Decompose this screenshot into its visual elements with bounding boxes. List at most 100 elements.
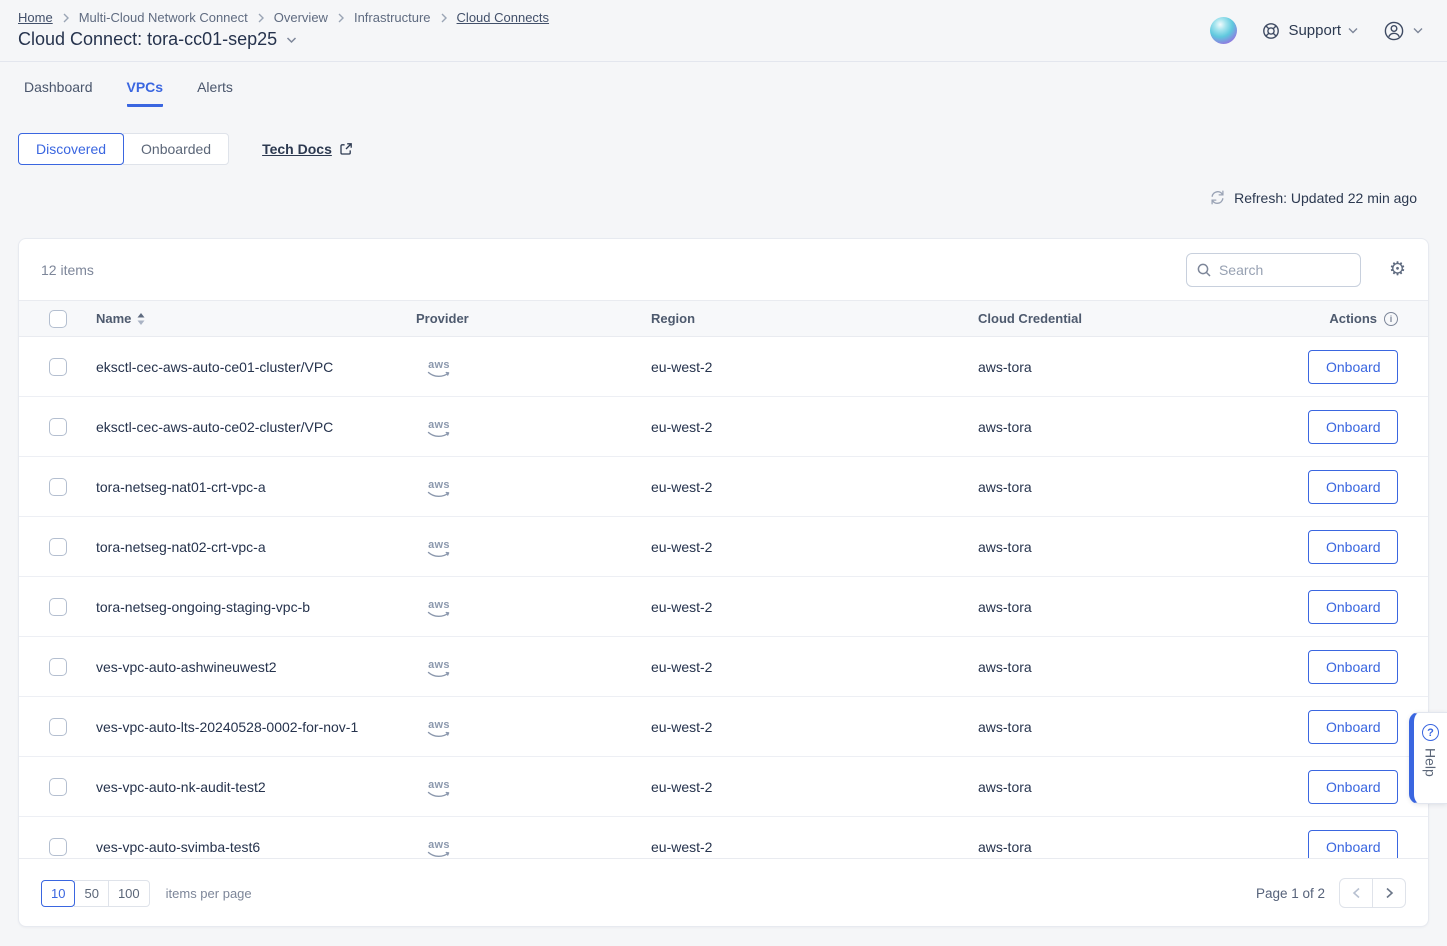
page-title: Cloud Connect: tora-cc01-sep25 bbox=[18, 29, 277, 50]
breadcrumb: Home Multi-Cloud Network Connect Overvie… bbox=[18, 10, 549, 25]
vpc-region: eu-west-2 bbox=[651, 659, 978, 675]
onboard-button[interactable]: Onboard bbox=[1308, 350, 1398, 384]
breadcrumb-overview[interactable]: Overview bbox=[274, 10, 328, 25]
support-chevron-down-icon bbox=[1348, 27, 1358, 34]
tab-vpcs[interactable]: VPCs bbox=[127, 79, 164, 107]
aws-provider-icon: aws bbox=[426, 360, 452, 379]
refresh-icon[interactable] bbox=[1209, 189, 1226, 206]
info-icon[interactable]: i bbox=[1384, 312, 1398, 326]
search-box bbox=[1186, 253, 1361, 287]
cloud-credential: aws-tora bbox=[978, 659, 1308, 675]
table-row: eksctl-cec-aws-auto-ce01-cluster/VPC aws… bbox=[19, 337, 1428, 397]
refresh-row: Refresh: Updated 22 min ago bbox=[0, 189, 1447, 206]
title-chevron-down-icon[interactable] bbox=[286, 36, 297, 44]
vpc-name: tora-netseg-nat02-crt-vpc-a bbox=[96, 539, 416, 555]
vpc-name: ves-vpc-auto-nk-audit-test2 bbox=[96, 779, 416, 795]
sort-icon[interactable] bbox=[137, 313, 145, 325]
account-menu[interactable] bbox=[1382, 19, 1423, 43]
page-size-100-button[interactable]: 100 bbox=[108, 880, 150, 907]
help-label: Help bbox=[1423, 748, 1439, 777]
vpc-region: eu-west-2 bbox=[651, 839, 978, 855]
vpc-name: ves-vpc-auto-ashwineuwest2 bbox=[96, 659, 416, 675]
tech-docs-link[interactable]: Tech Docs bbox=[262, 141, 353, 157]
cloud-credential: aws-tora bbox=[978, 839, 1308, 855]
table-footer: 10 50 100 items per page Page 1 of 2 bbox=[19, 858, 1428, 927]
column-header-actions: Actions bbox=[1329, 311, 1377, 326]
row-checkbox[interactable] bbox=[49, 418, 67, 436]
onboard-button[interactable]: Onboard bbox=[1308, 470, 1398, 504]
table-toolbar: 12 items ⚙ bbox=[19, 239, 1428, 300]
column-header-provider: Provider bbox=[416, 311, 651, 326]
vpc-region: eu-west-2 bbox=[651, 359, 978, 375]
cloud-credential: aws-tora bbox=[978, 719, 1308, 735]
breadcrumb-infrastructure[interactable]: Infrastructure bbox=[354, 10, 431, 25]
row-checkbox[interactable] bbox=[49, 838, 67, 856]
row-checkbox[interactable] bbox=[49, 358, 67, 376]
account-chevron-down-icon bbox=[1413, 27, 1423, 34]
table-row: tora-netseg-nat02-crt-vpc-a aws eu-west-… bbox=[19, 517, 1428, 577]
items-count: 12 items bbox=[41, 262, 94, 278]
column-header-name[interactable]: Name bbox=[96, 311, 131, 326]
table-body: eksctl-cec-aws-auto-ce01-cluster/VPC aws… bbox=[19, 337, 1428, 858]
row-checkbox[interactable] bbox=[49, 598, 67, 616]
breadcrumb-cloud-connects[interactable]: Cloud Connects bbox=[457, 10, 550, 25]
onboard-button[interactable]: Onboard bbox=[1308, 650, 1398, 684]
row-checkbox[interactable] bbox=[49, 718, 67, 736]
aws-provider-icon: aws bbox=[426, 600, 452, 619]
chevron-right-icon bbox=[62, 13, 70, 23]
onboard-button[interactable]: Onboard bbox=[1308, 830, 1398, 859]
tab-bar: Dashboard VPCs Alerts bbox=[0, 79, 1447, 107]
gear-icon[interactable]: ⚙ bbox=[1389, 260, 1406, 279]
support-menu[interactable]: Support bbox=[1261, 21, 1358, 41]
next-page-button[interactable] bbox=[1372, 878, 1406, 908]
aws-provider-icon: aws bbox=[426, 780, 452, 799]
vpc-name: tora-netseg-nat01-crt-vpc-a bbox=[96, 479, 416, 495]
previous-page-button[interactable] bbox=[1339, 878, 1373, 908]
onboard-button[interactable]: Onboard bbox=[1308, 770, 1398, 804]
aws-provider-icon: aws bbox=[426, 720, 452, 739]
chevron-right-icon bbox=[257, 13, 265, 23]
page-size-10-button[interactable]: 10 bbox=[41, 880, 75, 907]
vpc-region: eu-west-2 bbox=[651, 419, 978, 435]
breadcrumb-mcn-connect[interactable]: Multi-Cloud Network Connect bbox=[79, 10, 248, 25]
table-row: eksctl-cec-aws-auto-ce02-cluster/VPC aws… bbox=[19, 397, 1428, 457]
vpc-name: ves-vpc-auto-lts-20240528-0002-for-nov-1 bbox=[96, 719, 416, 735]
assistant-orb-icon[interactable] bbox=[1210, 17, 1237, 44]
onboard-button[interactable]: Onboard bbox=[1308, 590, 1398, 624]
cloud-credential: aws-tora bbox=[978, 479, 1308, 495]
cloud-credential: aws-tora bbox=[978, 359, 1308, 375]
vpc-name: tora-netseg-ongoing-staging-vpc-b bbox=[96, 599, 416, 615]
select-all-checkbox[interactable] bbox=[49, 310, 67, 328]
account-icon bbox=[1382, 19, 1406, 43]
breadcrumb-home[interactable]: Home bbox=[18, 10, 53, 25]
external-link-icon bbox=[339, 142, 353, 156]
search-input[interactable] bbox=[1186, 253, 1361, 287]
row-checkbox[interactable] bbox=[49, 778, 67, 796]
tech-docs-label: Tech Docs bbox=[262, 141, 332, 157]
vpc-region: eu-west-2 bbox=[651, 779, 978, 795]
discovered-segment-button[interactable]: Discovered bbox=[18, 133, 124, 165]
page-size-50-button[interactable]: 50 bbox=[74, 880, 108, 907]
support-label: Support bbox=[1288, 22, 1341, 39]
tab-alerts[interactable]: Alerts bbox=[197, 79, 233, 107]
row-checkbox[interactable] bbox=[49, 538, 67, 556]
cloud-credential: aws-tora bbox=[978, 419, 1308, 435]
vpc-region: eu-west-2 bbox=[651, 479, 978, 495]
search-icon bbox=[1196, 262, 1212, 278]
row-checkbox[interactable] bbox=[49, 658, 67, 676]
page-size-segment: 10 50 100 bbox=[41, 880, 150, 907]
vpc-region: eu-west-2 bbox=[651, 599, 978, 615]
onboard-button[interactable]: Onboard bbox=[1308, 410, 1398, 444]
table-row: ves-vpc-auto-nk-audit-test2 aws eu-west-… bbox=[19, 757, 1428, 817]
vpc-name: eksctl-cec-aws-auto-ce01-cluster/VPC bbox=[96, 359, 416, 375]
onboarded-segment-button[interactable]: Onboarded bbox=[123, 133, 229, 165]
chevron-right-icon bbox=[440, 13, 448, 23]
onboard-button[interactable]: Onboard bbox=[1308, 530, 1398, 564]
help-tab[interactable]: ? Help bbox=[1409, 712, 1447, 804]
top-bar: Home Multi-Cloud Network Connect Overvie… bbox=[0, 0, 1447, 62]
table-row: tora-netseg-ongoing-staging-vpc-b aws eu… bbox=[19, 577, 1428, 637]
tab-dashboard[interactable]: Dashboard bbox=[24, 79, 93, 107]
onboard-button[interactable]: Onboard bbox=[1308, 710, 1398, 744]
refresh-label[interactable]: Refresh: Updated 22 min ago bbox=[1234, 190, 1417, 206]
row-checkbox[interactable] bbox=[49, 478, 67, 496]
